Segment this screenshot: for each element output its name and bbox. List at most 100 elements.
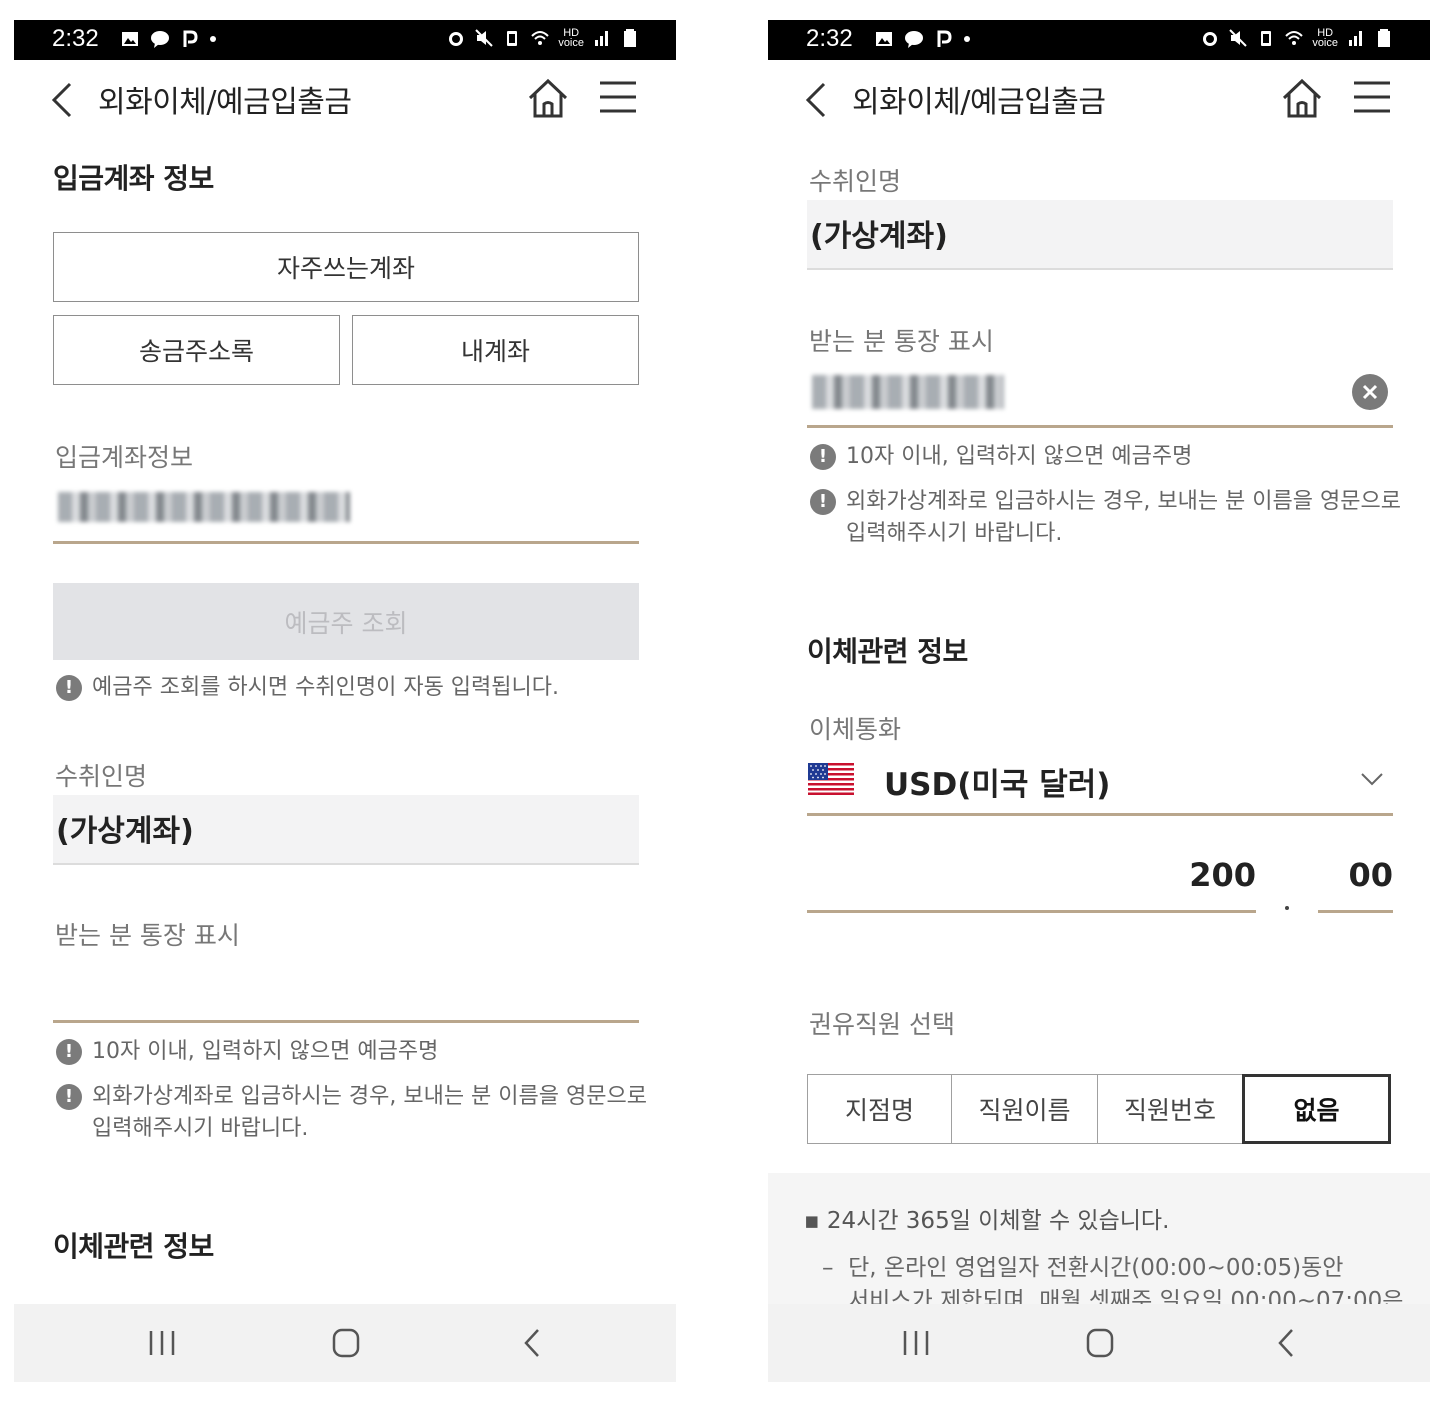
signal-icon [1349,31,1362,46]
mute-icon [1229,29,1248,47]
info-box: ▪ 24시간 365일 이체할 수 있습니다. – 단, 온라인 영업일자 전환… [768,1173,1430,1314]
alarm-icon [449,32,464,46]
back-nav-icon[interactable] [512,1326,552,1360]
clear-icon[interactable] [1352,374,1388,410]
status-bar: 2:32 HD voice [14,20,676,60]
hd-voice-icon: HD voice [558,27,584,49]
account-number-blurred[interactable] [58,492,350,522]
menu-icon[interactable] [1352,80,1392,114]
english-note: ! 외화가상계좌로 입금하시는 경우, 보내는 분 이름을 영문으로 입력해주시기… [56,1081,647,1145]
wifi-icon [531,31,550,45]
amount-decimal-input[interactable]: 00 [1318,856,1393,894]
lookup-note: ! 예금주 조회를 하시면 수취인명이 자동 입력됩니다. [56,672,559,704]
limit-note-text: 10자 이내, 입력하지 않으면 예금주명 [92,1039,439,1064]
passbook-label: 받는 분 통장 표시 [809,327,994,356]
battery-icon [624,29,636,47]
lookup-note-text: 예금주 조회를 하시면 수취인명이 자동 입력됩니다. [92,675,560,700]
account-input-underline [53,541,639,544]
status-time: 2:32 [806,25,853,52]
section-deposit-title: 입금계좌 정보 [53,162,214,195]
currency-label: 이체통화 [809,715,902,744]
employee-label: 권유직원 선택 [809,1010,955,1039]
alarm-icon [1203,32,1218,46]
option-employee-name[interactable]: 직원이름 [951,1074,1098,1144]
mute-icon [475,29,494,47]
recipient-label: 수취인명 [809,167,902,196]
right-screen: 2:32 HD voice 외화이체/예금입출금 수취인명 (가상계좌) 받는 분… [768,20,1430,1382]
app-header: 외화이체/예금입출금 [14,60,676,136]
info-icon: ! [810,444,836,470]
menu-icon[interactable] [598,80,638,114]
amount-integer-underline [807,910,1256,913]
recipient-value: (가상계좌) [810,219,948,254]
account-label: 입금계좌정보 [55,443,194,472]
my-account-button[interactable]: 내계좌 [352,315,639,385]
owner-lookup-button[interactable]: 예금주 조회 [53,583,639,660]
option-none[interactable]: 없음 [1242,1074,1391,1144]
address-book-button[interactable]: 송금주소록 [53,315,340,385]
info-subitem: – 단, 온라인 영업일자 전환시간(00:00~00:05)동안 [822,1255,1344,1281]
amount-integer-input[interactable]: 200 [1068,856,1256,894]
page-title: 외화이체/예금입출금 [98,85,352,120]
battery-saver-icon [507,31,518,46]
info-icon: ! [56,1084,82,1110]
back-icon[interactable] [50,80,74,120]
status-time: 2:32 [52,25,99,52]
talk-icon [905,31,923,48]
info-icon: ! [56,675,82,701]
battery-icon [1378,29,1390,47]
chevron-down-icon [1361,773,1383,786]
battery-saver-icon [1261,31,1272,46]
notification-dot [210,36,216,42]
system-nav-bar [768,1304,1430,1382]
english-note: ! 외화가상계좌로 입금하시는 경우, 보내는 분 이름을 영문으로 입력해주시기… [810,486,1401,550]
talk-icon [151,31,169,48]
home-icon[interactable] [1280,76,1324,120]
gallery-icon [876,32,892,46]
notification-dot [964,36,970,42]
hd-voice-icon: HD voice [1312,27,1338,49]
info-icon: ! [56,1039,82,1065]
home-nav-icon[interactable] [1080,1326,1120,1360]
passbook-value-blurred[interactable] [812,375,1004,409]
currency-value: USD(미국 달러) [884,767,1111,803]
recipient-label: 수취인명 [55,762,148,791]
status-bar: 2:32 HD voice [768,20,1430,60]
currency-underline [807,813,1393,816]
decimal-point [1285,906,1289,910]
page-title: 외화이체/예금입출금 [852,85,1106,120]
limit-note: ! 10자 이내, 입력하지 않으면 예금주명 [56,1036,438,1068]
passbook-label: 받는 분 통장 표시 [55,921,240,950]
info-icon: ! [810,489,836,515]
parking-icon [937,30,952,47]
wifi-icon [1285,31,1304,45]
section-transfer-title: 이체관련 정보 [807,635,968,668]
frequent-accounts-button[interactable]: 자주쓰는계좌 [53,232,639,302]
recent-apps-icon[interactable] [142,1326,182,1360]
home-nav-icon[interactable] [326,1326,366,1360]
us-flag-icon [808,763,854,795]
amount-decimal-underline [1318,910,1393,913]
english-note-text: 외화가상계좌로 입금하시는 경우, 보내는 분 이름을 영문으로 입력해주시기 바… [846,489,1401,546]
passbook-input-underline [807,425,1393,428]
limit-note: ! 10자 이내, 입력하지 않으면 예금주명 [810,441,1192,473]
english-note-text: 외화가상계좌로 입금하시는 경우, 보내는 분 이름을 영문으로 입력해주시기 바… [92,1084,647,1141]
option-branch[interactable]: 지점명 [806,1074,953,1144]
section-transfer-title: 이체관련 정보 [53,1230,214,1263]
gallery-icon [122,32,138,46]
system-nav-bar [14,1304,676,1382]
limit-note-text: 10자 이내, 입력하지 않으면 예금주명 [846,444,1193,469]
parking-icon [183,30,198,47]
employee-selector: 지점명 직원이름 직원번호 없음 [806,1074,1391,1144]
recent-apps-icon[interactable] [896,1326,936,1360]
signal-icon [595,31,608,46]
option-employee-number[interactable]: 직원번호 [1096,1074,1244,1144]
home-icon[interactable] [526,76,570,120]
app-header: 외화이체/예금입출금 [768,60,1430,136]
passbook-input-underline[interactable] [53,1020,639,1023]
back-nav-icon[interactable] [1266,1326,1306,1360]
back-icon[interactable] [804,80,828,120]
recipient-value: (가상계좌) [56,814,194,849]
info-item: ▪ 24시간 365일 이체할 수 있습니다. [804,1208,1170,1234]
left-screen: 2:32 HD voice 외화이체/예금입출금 입금계좌 정보 자주쓰는계좌 송… [14,20,676,1382]
